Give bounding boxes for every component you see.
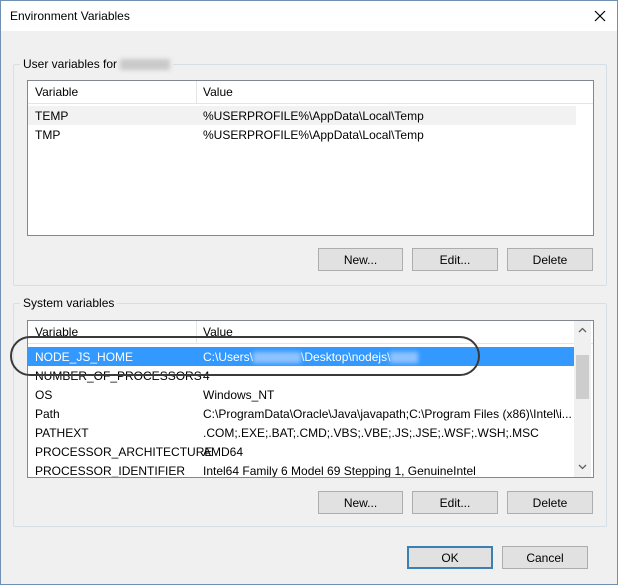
blurred-username [120, 59, 171, 71]
chevron-up-icon [578, 327, 587, 332]
cancel-button[interactable]: Cancel [502, 546, 588, 569]
column-header-value[interactable]: Value [203, 85, 233, 99]
close-button[interactable] [583, 1, 617, 31]
ok-button[interactable]: OK [407, 546, 493, 569]
system-delete-button[interactable]: Delete [507, 491, 593, 514]
highlight-annotation [10, 336, 480, 376]
user-variables-header: Variable Value [28, 81, 593, 104]
user-edit-button[interactable]: Edit... [412, 248, 498, 271]
chevron-down-icon [578, 464, 587, 469]
title-bar[interactable]: Environment Variables [1, 1, 617, 31]
user-new-button[interactable]: New... [318, 248, 403, 271]
scroll-up-button[interactable] [574, 321, 591, 338]
list-item[interactable]: OS Windows_NT [28, 385, 574, 404]
list-item[interactable]: TMP %USERPROFILE%\AppData\Local\Temp [28, 125, 576, 144]
system-edit-button[interactable]: Edit... [412, 491, 498, 514]
list-item[interactable]: Path C:\ProgramData\Oracle\Java\javapath… [28, 404, 574, 423]
vertical-scrollbar[interactable] [574, 321, 591, 477]
user-variables-label: User variables for [20, 57, 174, 71]
user-variables-list[interactable]: Variable Value TEMP %USERPROFILE%\AppDat… [27, 80, 594, 236]
environment-variables-dialog: Environment Variables User variables for… [0, 0, 618, 585]
list-item[interactable]: PATHEXT .COM;.EXE;.BAT;.CMD;.VBS;.VBE;.J… [28, 423, 574, 442]
system-variables-label: System variables [20, 296, 118, 310]
close-icon [594, 10, 606, 22]
scroll-down-button[interactable] [574, 458, 591, 475]
scrollbar-thumb[interactable] [576, 355, 589, 399]
user-delete-button[interactable]: Delete [507, 248, 593, 271]
column-header-variable[interactable]: Variable [35, 85, 78, 99]
list-item[interactable]: PROCESSOR_ARCHITECTURE AMD64 [28, 442, 574, 461]
list-item[interactable]: PROCESSOR_IDENTIFIER Intel64 Family 6 Mo… [28, 461, 574, 477]
window-title: Environment Variables [10, 9, 130, 23]
system-new-button[interactable]: New... [318, 491, 403, 514]
list-item[interactable]: TEMP %USERPROFILE%\AppData\Local\Temp [28, 106, 576, 125]
